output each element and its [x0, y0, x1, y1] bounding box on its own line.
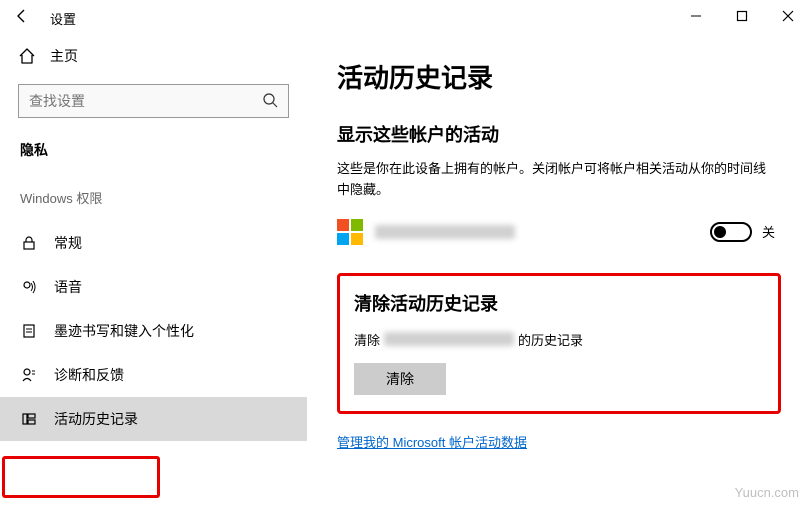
accounts-description: 这些是你在此设备上拥有的帐户。关闭帐户可将帐户相关活动从你的时间线中隐藏。: [337, 159, 767, 201]
sidebar-item-label: 诊断和反馈: [54, 365, 124, 385]
clear-account-redacted: [384, 332, 514, 346]
clear-history-section: 清除活动历史记录 清除 的历史记录 清除: [337, 273, 781, 414]
account-row: 关: [337, 219, 781, 245]
sidebar-group: Windows 权限: [20, 188, 307, 207]
clipboard-icon: [20, 322, 38, 340]
home-icon: [18, 47, 36, 65]
window-title: 设置: [50, 9, 76, 28]
lock-icon: [20, 234, 38, 252]
maximize-button[interactable]: [719, 0, 765, 32]
sidebar-item-general[interactable]: 常规: [0, 221, 307, 265]
sidebar-item-label: 常规: [54, 233, 82, 253]
highlight-annotation: [2, 456, 160, 498]
sidebar-item-diagnostics[interactable]: 诊断和反馈: [0, 353, 307, 397]
sidebar-item-label: 墨迹书写和键入个性化: [54, 321, 194, 341]
speech-icon: [20, 278, 38, 296]
manage-account-link[interactable]: 管理我的 Microsoft 帐户活动数据: [337, 432, 527, 451]
home-label: 主页: [50, 46, 78, 66]
activity-history-icon: [20, 410, 38, 428]
content-area: 活动历史记录 显示这些帐户的活动 这些是你在此设备上拥有的帐户。关闭帐户可将帐户…: [307, 36, 811, 510]
sidebar-item-speech[interactable]: 语音: [0, 265, 307, 309]
minimize-button[interactable]: [673, 0, 719, 32]
clear-suffix: 的历史记录: [518, 330, 583, 349]
search-input[interactable]: [29, 93, 259, 109]
sidebar: 主页 隐私 Windows 权限 常规: [0, 36, 307, 510]
sidebar-item-label: 语音: [54, 277, 82, 297]
search-box[interactable]: [18, 84, 289, 118]
account-name-redacted: [375, 225, 515, 239]
microsoft-logo-icon: [337, 219, 363, 245]
clear-heading: 清除活动历史记录: [354, 290, 764, 316]
toggle-state-label: 关: [762, 222, 775, 241]
watermark: Yuucn.com: [735, 485, 799, 500]
accounts-heading: 显示这些帐户的活动: [337, 121, 781, 147]
clear-prefix: 清除: [354, 330, 380, 349]
back-button[interactable]: [14, 8, 40, 29]
home-nav[interactable]: 主页: [0, 36, 307, 76]
sidebar-item-inking[interactable]: 墨迹书写和键入个性化: [0, 309, 307, 353]
clear-button[interactable]: 清除: [354, 363, 446, 395]
search-icon: [262, 92, 278, 111]
feedback-icon: [20, 366, 38, 384]
account-activity-toggle[interactable]: [710, 222, 752, 242]
sidebar-item-activity-history[interactable]: 活动历史记录: [0, 397, 307, 441]
sidebar-section: 隐私: [20, 140, 307, 160]
close-button[interactable]: [765, 0, 811, 32]
page-title: 活动历史记录: [337, 58, 781, 95]
sidebar-item-label: 活动历史记录: [54, 409, 138, 429]
